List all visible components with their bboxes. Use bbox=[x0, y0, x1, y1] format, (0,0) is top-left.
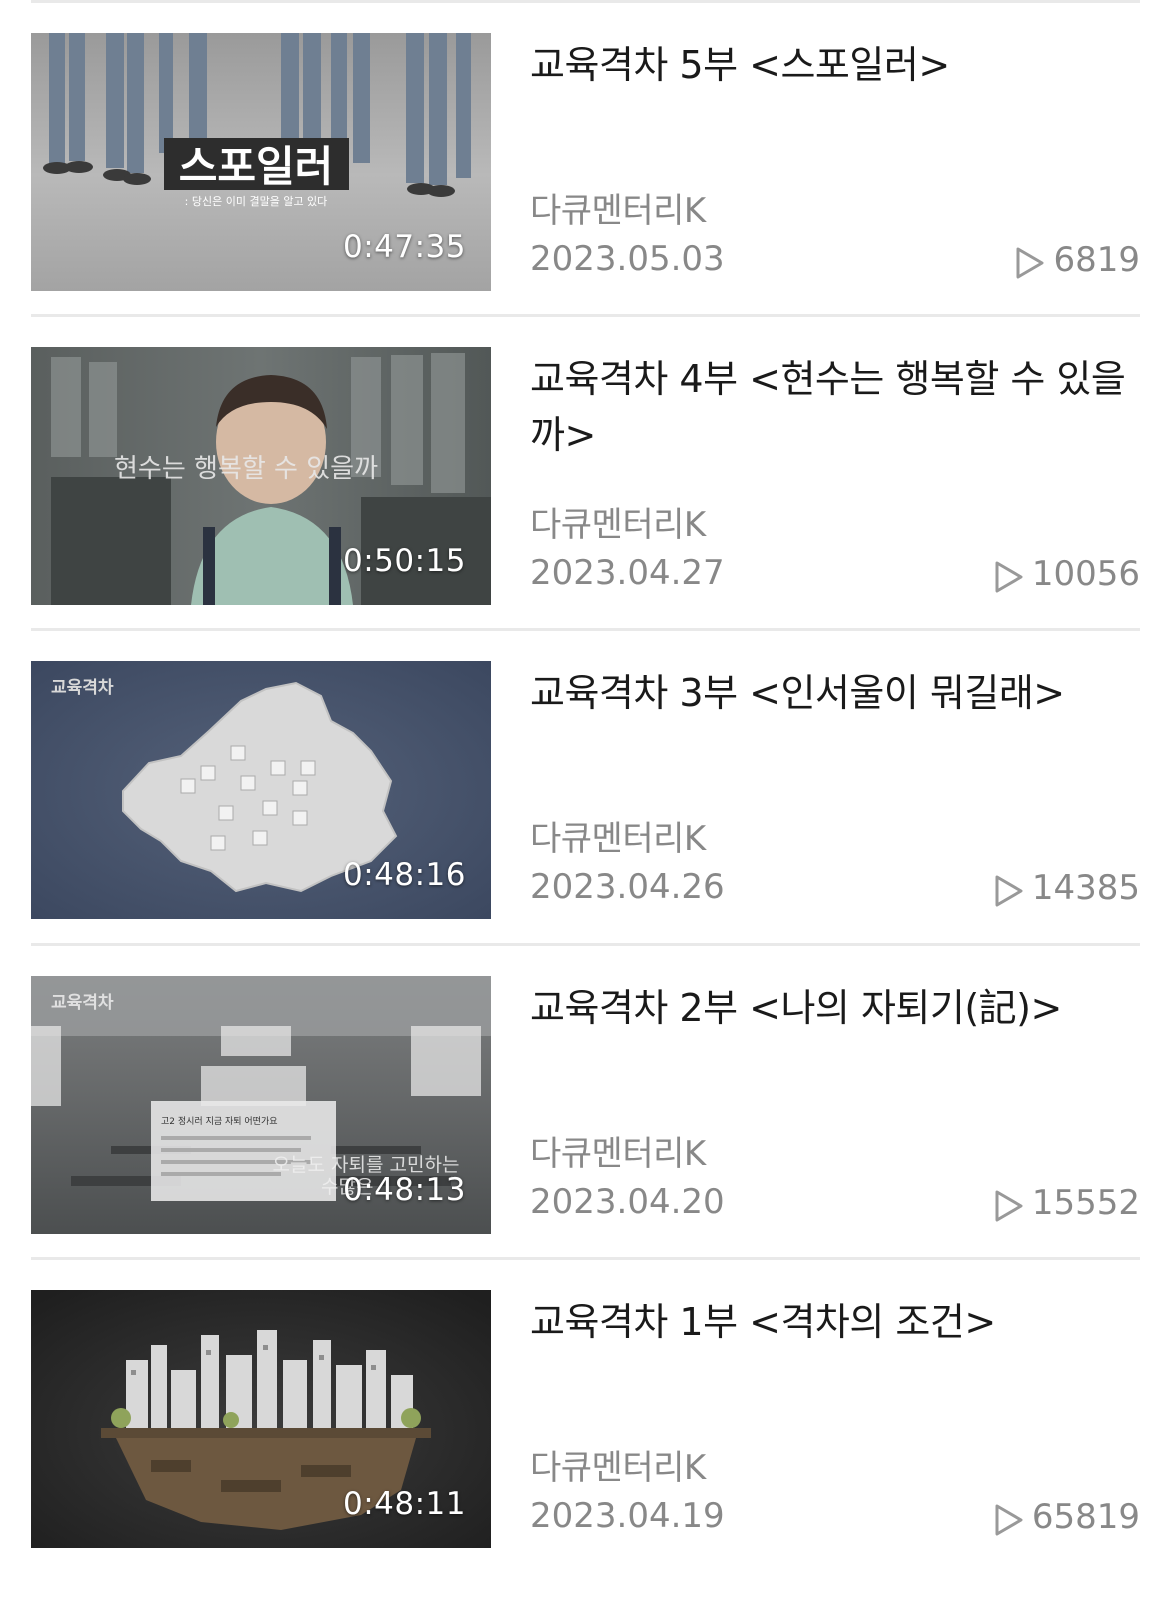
play-icon bbox=[995, 1504, 1023, 1536]
thumbnail-logo-text: 교육격차 bbox=[51, 993, 114, 1013]
upload-date: 2023.04.20 bbox=[530, 1182, 725, 1222]
video-info: 교육격차 2부 <나의 자퇴기(記)> 다큐멘터리K 2023.04.20 15… bbox=[530, 976, 1140, 1234]
thumbnail-title-text: 현수는 행복할 수 있을까 bbox=[114, 454, 378, 484]
video-title[interactable]: 교육격차 5부 <스포일러> bbox=[530, 37, 1130, 93]
channel-name[interactable]: 다큐멘터리K bbox=[530, 1440, 706, 1489]
video-thumbnail[interactable]: 교육격차 0:48:16 bbox=[31, 661, 491, 919]
video-item-2[interactable]: 현수는 행복할 수 있을까 0:50:15 교육격차 4부 <현수는 행복할 수… bbox=[31, 347, 1140, 605]
view-count-value: 6819 bbox=[1053, 240, 1140, 280]
view-count: 14385 bbox=[992, 867, 1140, 909]
divider bbox=[31, 0, 1140, 3]
thumbnail-card-text: 고2 정시러 지금 자퇴 어떤가요 bbox=[161, 1116, 278, 1127]
view-count: 6819 bbox=[1013, 239, 1140, 281]
video-info: 교육격차 3부 <인서울이 뭐길래> 다큐멘터리K 2023.04.26 143… bbox=[530, 661, 1140, 919]
channel-name[interactable]: 다큐멘터리K bbox=[530, 811, 706, 860]
play-icon bbox=[995, 875, 1023, 907]
video-duration: 0:48:16 bbox=[342, 857, 466, 893]
view-count-value: 15552 bbox=[1031, 1183, 1140, 1223]
video-duration: 0:50:15 bbox=[342, 543, 466, 579]
video-title[interactable]: 교육격차 3부 <인서울이 뭐길래> bbox=[530, 665, 1130, 721]
upload-date: 2023.05.03 bbox=[530, 239, 725, 279]
view-count-value: 10056 bbox=[1031, 554, 1140, 594]
channel-name[interactable]: 다큐멘터리K bbox=[530, 1126, 706, 1175]
video-duration: 0:48:13 bbox=[342, 1172, 466, 1208]
play-icon bbox=[995, 561, 1023, 593]
video-item-4[interactable]: 교육격차 고2 정시러 지금 자퇴 어떤가요 오늘도 자퇴를 고민하는 수많은 … bbox=[31, 976, 1140, 1234]
channel-name[interactable]: 다큐멘터리K bbox=[530, 183, 706, 232]
view-count-value: 65819 bbox=[1031, 1497, 1140, 1537]
video-duration: 0:47:35 bbox=[342, 229, 466, 265]
video-thumbnail[interactable]: 0:48:11 bbox=[31, 1290, 491, 1548]
thumbnail-subtitle-text: : 당신은 이미 결말을 알고 있다 bbox=[185, 194, 328, 208]
video-thumbnail[interactable]: 스포일러 : 당신은 이미 결말을 알고 있다 0:47:35 bbox=[31, 33, 491, 291]
thumbnail-title-text: 스포일러 bbox=[179, 142, 334, 191]
divider bbox=[31, 943, 1140, 946]
play-icon bbox=[995, 1190, 1023, 1222]
view-count: 15552 bbox=[992, 1182, 1140, 1224]
video-item-3[interactable]: 교육격차 0:48:16 교육격차 3부 <인서울이 뭐길래> 다큐멘터리K 2… bbox=[31, 661, 1140, 919]
video-info: 교육격차 5부 <스포일러> 다큐멘터리K 2023.05.03 6819 bbox=[530, 33, 1140, 291]
video-info: 교육격차 1부 <격차의 조건> 다큐멘터리K 2023.04.19 65819 bbox=[530, 1290, 1140, 1548]
divider bbox=[31, 314, 1140, 317]
play-icon bbox=[1016, 247, 1044, 279]
view-count: 10056 bbox=[992, 553, 1140, 595]
video-item-5[interactable]: 0:48:11 교육격차 1부 <격차의 조건> 다큐멘터리K 2023.04.… bbox=[31, 1290, 1140, 1548]
video-title[interactable]: 교육격차 1부 <격차의 조건> bbox=[530, 1294, 1130, 1350]
divider bbox=[31, 1257, 1140, 1260]
video-duration: 0:48:11 bbox=[342, 1486, 466, 1522]
video-title[interactable]: 교육격차 4부 <현수는 행복할 수 있을까> bbox=[530, 351, 1130, 463]
divider bbox=[31, 628, 1140, 631]
view-count: 65819 bbox=[992, 1496, 1140, 1538]
video-thumbnail[interactable]: 현수는 행복할 수 있을까 0:50:15 bbox=[31, 347, 491, 605]
thumbnail-logo-text: 교육격차 bbox=[51, 678, 114, 698]
video-info: 교육격차 4부 <현수는 행복할 수 있을까> 다큐멘터리K 2023.04.2… bbox=[530, 347, 1140, 605]
video-thumbnail[interactable]: 교육격차 고2 정시러 지금 자퇴 어떤가요 오늘도 자퇴를 고민하는 수많은 … bbox=[31, 976, 491, 1234]
video-item-1[interactable]: 스포일러 : 당신은 이미 결말을 알고 있다 0:47:35 교육격차 5부 … bbox=[31, 33, 1140, 291]
upload-date: 2023.04.27 bbox=[530, 553, 725, 593]
upload-date: 2023.04.26 bbox=[530, 867, 725, 907]
channel-name[interactable]: 다큐멘터리K bbox=[530, 497, 706, 546]
upload-date: 2023.04.19 bbox=[530, 1496, 725, 1536]
view-count-value: 14385 bbox=[1031, 868, 1140, 908]
video-title[interactable]: 교육격차 2부 <나의 자퇴기(記)> bbox=[530, 980, 1130, 1036]
video-list: 스포일러 : 당신은 이미 결말을 알고 있다 0:47:35 교육격차 5부 … bbox=[0, 0, 1170, 1616]
